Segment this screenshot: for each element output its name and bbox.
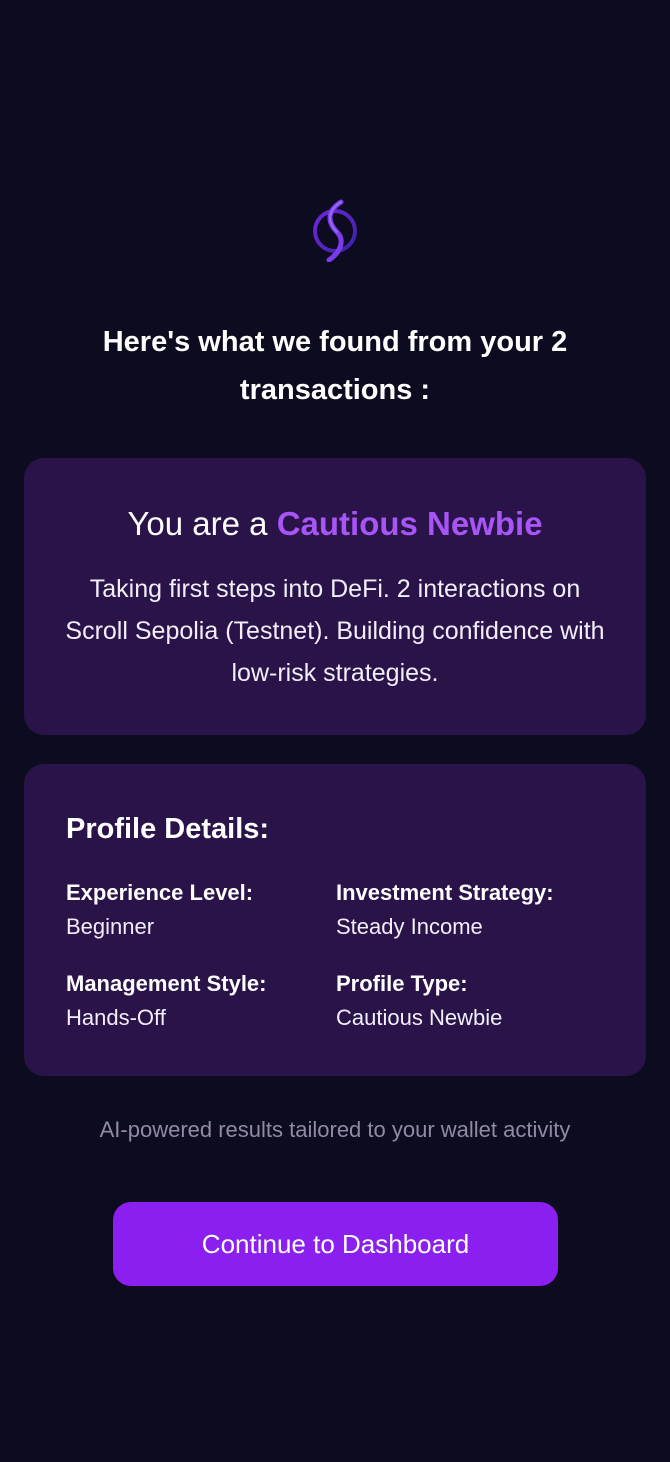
detail-label: Investment Strategy:	[336, 880, 554, 905]
persona-title: You are a Cautious Newbie	[24, 504, 646, 544]
persona-description: Taking first steps into DeFi. 2 interact…	[65, 575, 605, 687]
profile-details-card: Profile Details: Experience Level: Begin…	[24, 764, 646, 1076]
detail-label: Management Style:	[66, 971, 267, 996]
detail-value: Cautious Newbie	[336, 1005, 503, 1030]
swirl-logo-icon	[305, 198, 365, 263]
persona-result-card: You are a Cautious Newbie Taking first s…	[24, 458, 646, 735]
continue-to-dashboard-button[interactable]: Continue to Dashboard	[113, 1202, 558, 1286]
ai-disclaimer-text: AI-powered results tailored to your wall…	[99, 1117, 571, 1142]
detail-value: Beginner	[66, 914, 155, 939]
detail-management-style: Management Style: Hands-Off	[66, 969, 356, 1033]
profile-details-heading: Profile Details:	[66, 813, 270, 845]
page-headline: Here's what we found from your 2 transac…	[102, 326, 568, 406]
detail-value: Hands-Off	[66, 1005, 166, 1030]
detail-experience-level: Experience Level: Beginner	[66, 878, 356, 942]
detail-label: Experience Level:	[66, 880, 254, 905]
persona-name: Cautious Newbie	[276, 505, 543, 542]
persona-title-prefix: You are a	[127, 505, 277, 542]
detail-value: Steady Income	[336, 914, 483, 939]
detail-investment-strategy: Investment Strategy: Steady Income	[336, 878, 626, 942]
detail-label: Profile Type:	[336, 971, 468, 996]
detail-profile-type: Profile Type: Cautious Newbie	[336, 969, 626, 1033]
